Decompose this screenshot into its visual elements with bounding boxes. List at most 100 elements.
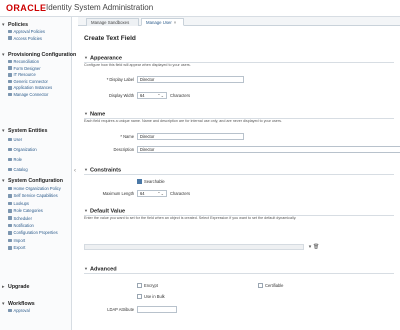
policy-icon bbox=[8, 186, 12, 191]
settings-icon bbox=[8, 194, 12, 198]
sidebar-item-it-resource[interactable]: IT Resource bbox=[0, 72, 72, 79]
section-default-value[interactable]: ▼ Default Value bbox=[84, 208, 125, 215]
close-icon[interactable]: × bbox=[174, 20, 177, 25]
section-advanced[interactable]: ▼ Advanced bbox=[84, 266, 117, 273]
sidebar-group-provisioning: ▾ Provisioning Configuration Reconciliati… bbox=[0, 51, 76, 99]
ldap-attribute-label: LDAP Attribute bbox=[107, 307, 134, 312]
sidebar-item-import[interactable]: Import bbox=[0, 237, 72, 244]
resource-icon bbox=[8, 73, 12, 77]
display-width-unit: Characters bbox=[170, 93, 191, 98]
sidebar-item-generic-connector[interactable]: Generic Connector bbox=[0, 79, 72, 86]
collapsed-icon: ▸ bbox=[2, 284, 5, 290]
sidebar-group-system-entities: ▾ System Entities User Organization Role … bbox=[0, 127, 72, 175]
stepper-arrows-icon[interactable]: ⌃⌄ bbox=[157, 191, 164, 196]
display-width-stepper[interactable]: 64 ⌃⌄ bbox=[137, 92, 167, 99]
section-constraints[interactable]: ▼ Constraints bbox=[84, 167, 121, 174]
policy-icon bbox=[8, 29, 12, 34]
sidebar-item-form-designer[interactable]: Form Designer bbox=[0, 66, 72, 73]
expand-icon: ▼ bbox=[84, 111, 88, 116]
expand-icon: ▼ bbox=[84, 167, 88, 172]
section-description: Configure how this field will appear whe… bbox=[84, 63, 191, 67]
section-name[interactable]: ▼ Name bbox=[84, 111, 105, 118]
sidebar-item-approval[interactable]: Approval bbox=[0, 308, 72, 315]
certifiable-checkbox[interactable] bbox=[258, 283, 263, 288]
expand-icon: ▾ bbox=[2, 22, 5, 28]
certifiable-label: Certifiable bbox=[265, 283, 284, 288]
delete-icon[interactable]: 🗑 bbox=[313, 244, 319, 250]
sidebar-item-reconciliation[interactable]: Reconciliation bbox=[0, 59, 72, 66]
sidebar-item-manage-connector[interactable]: Manage Connector bbox=[0, 92, 72, 99]
use-in-bulk-checkbox[interactable] bbox=[137, 294, 142, 299]
sidebar-item-self-service-capabilities[interactable]: Self Service Capabilities bbox=[0, 192, 72, 199]
expand-icon: ▾ bbox=[2, 52, 5, 58]
section-appearance[interactable]: ▼ Appearance bbox=[84, 55, 122, 62]
max-length-unit: Characters bbox=[170, 191, 191, 196]
sidebar: ▾ Policies Approval Policies Access Polic… bbox=[0, 17, 76, 330]
searchable-label: Searchable bbox=[144, 179, 165, 184]
expand-icon: ▼ bbox=[84, 55, 88, 60]
sidebar-item-configuration-properties[interactable]: Configuration Properties bbox=[0, 229, 72, 236]
sidebar-item-notification[interactable]: Notification bbox=[0, 222, 72, 229]
section-description: Enter the value you want to set for the … bbox=[84, 216, 297, 220]
app-title: Identity System Administration bbox=[46, 3, 154, 12]
collapse-sidebar-icon[interactable]: ‹ bbox=[73, 166, 77, 176]
organization-icon bbox=[8, 147, 12, 152]
oracle-logo: ORACLE bbox=[6, 3, 47, 13]
divider bbox=[84, 174, 394, 175]
app-header: ORACLE Identity System Administration bbox=[0, 0, 400, 17]
lookup-icon bbox=[8, 201, 12, 206]
divider bbox=[84, 273, 394, 274]
sidebar-group-title[interactable]: ▾ Workflows bbox=[0, 300, 72, 308]
category-icon bbox=[8, 209, 12, 213]
expand-icon: ▼ bbox=[84, 266, 88, 271]
workflow-icon bbox=[8, 308, 12, 313]
sidebar-item-role-categories[interactable]: Role Categories bbox=[0, 207, 72, 214]
name-input[interactable] bbox=[137, 133, 244, 140]
ldap-attribute-input[interactable] bbox=[137, 306, 177, 313]
sidebar-item-export[interactable]: Export bbox=[0, 244, 72, 251]
sidebar-group-title[interactable]: ▾ System Entities bbox=[0, 127, 72, 135]
sidebar-item-catalog[interactable]: Catalog bbox=[0, 165, 72, 175]
sidebar-group-title[interactable]: ▸ Upgrade bbox=[0, 283, 72, 291]
tab-manage-sandboxes[interactable]: Manage Sandboxes bbox=[86, 18, 139, 26]
sidebar-item-scheduler[interactable]: Scheduler bbox=[0, 215, 72, 222]
description-input[interactable] bbox=[137, 146, 400, 153]
page: ORACLE Identity System Administration ▾ P… bbox=[0, 0, 400, 330]
sidebar-group-policies: ▾ Policies Approval Policies Access Polic… bbox=[0, 21, 72, 42]
sidebar-item-approval-policies[interactable]: Approval Policies bbox=[0, 29, 72, 36]
default-value-field[interactable] bbox=[84, 244, 304, 250]
tab-bar: Manage Sandboxes Manage User × bbox=[78, 17, 400, 26]
use-in-bulk-label: Use in Bulk bbox=[144, 294, 165, 299]
role-icon bbox=[8, 157, 12, 162]
policy-icon bbox=[8, 36, 12, 40]
sidebar-group-title[interactable]: ▾ Provisioning Configuration bbox=[0, 51, 76, 59]
sidebar-item-home-organization-policy[interactable]: Home Organization Policy bbox=[0, 185, 72, 192]
expand-icon: ▼ bbox=[84, 208, 88, 213]
display-label-input[interactable] bbox=[137, 76, 244, 83]
max-length-stepper[interactable]: 64 ⌃⌄ bbox=[137, 190, 167, 197]
encrypt-label: Encrypt bbox=[144, 283, 158, 288]
import-icon bbox=[8, 238, 12, 243]
application-icon bbox=[8, 86, 12, 90]
form-icon bbox=[8, 66, 12, 70]
display-label-label: * Display Label bbox=[106, 77, 134, 82]
catalog-icon bbox=[8, 167, 12, 172]
sidebar-item-application-instances[interactable]: Application Instances bbox=[0, 85, 72, 92]
sidebar-item-role[interactable]: Role bbox=[0, 155, 72, 165]
sidebar-group-title[interactable]: ▾ Policies bbox=[0, 21, 72, 29]
sidebar-item-access-policies[interactable]: Access Policies bbox=[0, 36, 72, 43]
encrypt-checkbox[interactable] bbox=[137, 283, 142, 288]
sidebar-item-lookups[interactable]: Lookups bbox=[0, 200, 72, 207]
sidebar-group-upgrade: ▸ Upgrade bbox=[0, 283, 72, 291]
scheduler-icon bbox=[8, 216, 12, 220]
name-label: * Name bbox=[120, 134, 134, 139]
sidebar-group-system-configuration: ▾ System Configuration Home Organization … bbox=[0, 177, 72, 252]
page-title: Create Text Field bbox=[84, 35, 136, 42]
sidebar-item-user[interactable]: User bbox=[0, 135, 72, 145]
tab-manage-user[interactable]: Manage User × bbox=[141, 18, 184, 26]
searchable-checkbox[interactable] bbox=[137, 179, 142, 184]
sidebar-item-organization[interactable]: Organization bbox=[0, 145, 72, 155]
stepper-arrows-icon[interactable]: ⌃⌄ bbox=[157, 93, 164, 98]
sidebar-group-title[interactable]: ▾ System Configuration bbox=[0, 177, 72, 185]
max-length-label: Maximum Length bbox=[102, 191, 134, 196]
